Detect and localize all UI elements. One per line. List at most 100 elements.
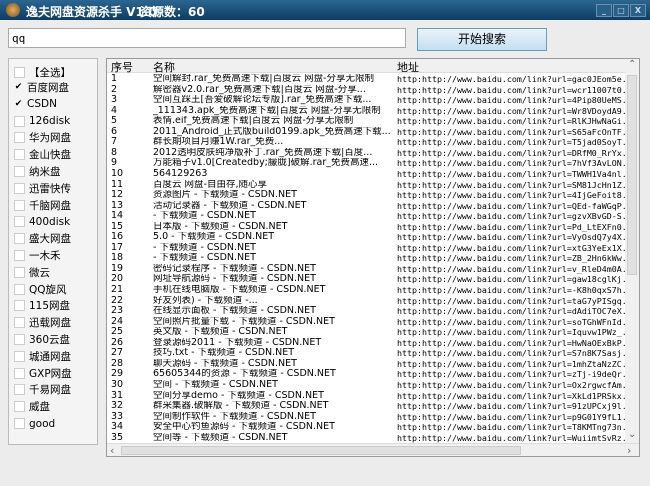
row-index: 10	[111, 168, 124, 179]
source-checkbox[interactable]: 360云盘	[14, 333, 70, 346]
checkbox-icon[interactable]	[14, 182, 25, 194]
scroll-up-icon[interactable]: ⌃	[628, 59, 636, 70]
checkbox-icon[interactable]	[14, 67, 25, 78]
source-checkbox[interactable]: 华为网盘	[14, 131, 71, 144]
table-row[interactable]: 28 聊天源码 - 下载频道 - CSDN.NET http:http://www.…	[107, 359, 625, 370]
checkbox-icon[interactable]	[14, 115, 25, 127]
minimize-button[interactable]: _	[596, 4, 612, 17]
checkbox-icon[interactable]	[14, 216, 25, 228]
table-row[interactable]: 2 解密器v2.0.rar_免费高速下载|百度云 网盘-分享... http:htt…	[107, 85, 625, 96]
table-row[interactable]: 6 2011_Android_正式版build0199.apk_免费高速下载...…	[107, 127, 625, 138]
table-row[interactable]: 23 在线显示面板 - 下载频道 - CSDN.NET http:http://ww…	[107, 306, 625, 317]
table-row[interactable]: 22 好友列表) - 下载频道 -... http:http://www.baidu…	[107, 296, 625, 307]
scroll-right-icon[interactable]: ›	[627, 444, 631, 456]
table-row[interactable]: 1 空间解封.rar_免费高速下载|百度云 网盘-分享无限制 http:http:/…	[107, 74, 625, 85]
checkbox-icon[interactable]	[14, 418, 25, 429]
row-name: - 下载频道 - CSDN.NET	[153, 211, 256, 222]
checkbox-icon[interactable]	[14, 199, 25, 211]
source-checkbox[interactable]: 迅雷快传	[14, 182, 71, 195]
source-checkbox[interactable]: GXP网盘	[14, 367, 72, 380]
source-checkbox[interactable]: QQ旋风	[14, 283, 67, 296]
table-row[interactable]: 31 空间分享demo - 下载频道 - CSDN.NET http:http://…	[107, 391, 625, 402]
table-row[interactable]: 20 网址导航源码 - 下载频道 - CSDN.NET http:http://ww…	[107, 274, 625, 285]
table-row[interactable]: 9 万能箱子v1.0[Createdby;朦胧]破解.rar_免费高速... htt…	[107, 158, 625, 169]
table-row[interactable]: 13 活动记录器 - 下载频道 - CSDN.NET http:http://www…	[107, 201, 625, 212]
table-row[interactable]: 32 群采集器.破解版 - 下载频道 - CSDN.NET http:http://…	[107, 401, 625, 412]
table-row[interactable]: 14 - 下载频道 - CSDN.NET http:http://www.baid…	[107, 211, 625, 222]
source-checkbox[interactable]: 千脑网盘	[14, 199, 71, 212]
table-row[interactable]: 21 手机在线电脑版 - 下载频道 - CSDN.NET http:http://w…	[107, 285, 625, 296]
row-index: 15	[111, 221, 124, 232]
table-row[interactable]: 7 群长期项目月赚1W.rar_免费... http:http://www.baid…	[107, 137, 625, 148]
checkbox-icon[interactable]	[14, 350, 25, 362]
source-checkbox[interactable]: 115网盘	[14, 299, 70, 312]
checkbox-icon[interactable]	[14, 317, 25, 329]
source-checkbox[interactable]: 迅载网盘	[14, 316, 71, 329]
checkbox-icon[interactable]	[14, 401, 25, 413]
checkbox-icon[interactable]	[14, 266, 25, 278]
checkbox-icon[interactable]	[14, 166, 25, 177]
header-address[interactable]: 地址	[397, 59, 419, 75]
checkbox-icon[interactable]	[14, 300, 25, 312]
table-row[interactable]: 18 - 下载频道 - CSDN.NET http:http://www.baid…	[107, 253, 625, 264]
header-index[interactable]: 序号	[111, 59, 133, 75]
source-checkbox[interactable]: ✔ 百度网盘	[14, 81, 69, 94]
source-checkbox[interactable]: 纳米盘	[14, 165, 61, 178]
close-button[interactable]: X	[630, 4, 646, 17]
vertical-scrollbar[interactable]: ⌃ ⌄	[625, 59, 639, 443]
scroll-left-icon[interactable]: ‹	[110, 444, 114, 456]
checkbox-icon[interactable]	[14, 384, 25, 396]
maximize-button[interactable]: □	[613, 4, 629, 17]
horizontal-scrollbar[interactable]: ‹ ›	[107, 443, 639, 456]
horizontal-scroll-thumb[interactable]	[121, 446, 521, 455]
table-row[interactable]: 5 表情.eif_免费高速下载|百度云 网盘-分享无限制 http:http://w…	[107, 116, 625, 127]
source-checkbox[interactable]: good	[14, 417, 55, 430]
table-row[interactable]: 17 - 下载频道 - CSDN.NET http:http://www.baid…	[107, 243, 625, 254]
table-row[interactable]: 33 空间制作软件 - 下载频道 - CSDN.NET http:http://ww…	[107, 412, 625, 423]
table-row[interactable]: 4 _111343.apk_免费高速下载|百度云 网盘-分享无限制 http:htt…	[107, 106, 625, 117]
table-row[interactable]: 8 2012透明皮肤纯净版补丁.rar_免费高速下载|百度... http:http…	[107, 148, 625, 159]
table-row[interactable]: 30 空间 - 下载频道 - CSDN.NET http:http://www.ba…	[107, 380, 625, 391]
source-checkbox[interactable]: 千易网盘	[14, 383, 71, 396]
checkbox-icon[interactable]	[14, 283, 25, 295]
checkbox-icon[interactable]: ✔	[14, 83, 23, 92]
scroll-down-icon[interactable]: ⌄	[628, 429, 636, 440]
table-row[interactable]: 12 资源图片 - 下载频道 - CSDN.NET http:http://www.…	[107, 190, 625, 201]
table-row[interactable]: 35 空间等 - 下载频道 - CSDN.NET http:http://www.b…	[107, 433, 625, 444]
search-button[interactable]: 开始搜索	[417, 28, 547, 51]
row-index: 21	[111, 285, 124, 295]
source-checkbox[interactable]: 金山快盘	[14, 148, 71, 161]
source-checkbox[interactable]: 盛大网盘	[14, 232, 71, 245]
table-row[interactable]: 27 技巧.txt - 下载频道 - CSDN.NET http:http://ww…	[107, 348, 625, 359]
table-row[interactable]: 26 登录源码2011 - 下载频道 - CSDN.NET http:http://…	[107, 338, 625, 349]
checkbox-icon[interactable]	[14, 233, 25, 245]
table-row[interactable]: 3 空间互踩王[吾爱破解论坛专版].rar_免费高速下载... http:http:…	[107, 95, 625, 106]
checkbox-icon[interactable]	[14, 334, 25, 345]
table-row[interactable]: 24 空间照片批量下载 - 下载频道 - CSDN.NET http:http://…	[107, 317, 625, 328]
table-row[interactable]: 16 5.0 - 下载频道 - CSDN.NET http:http://www.b…	[107, 232, 625, 243]
table-row[interactable]: 15 日本版 - 下载频道 - CSDN.NET http:http://www.b…	[107, 222, 625, 233]
scroll-thumb[interactable]	[627, 75, 637, 275]
source-checkbox[interactable]: 400disk	[14, 215, 70, 228]
source-checkbox[interactable]: 城通网盘	[14, 350, 71, 363]
source-checkbox[interactable]: ✔ CSDN	[14, 98, 57, 111]
checkbox-icon[interactable]	[14, 250, 25, 261]
row-address: http:http://www.baidu.com/link?url=gzvXB…	[397, 211, 625, 222]
table-row[interactable]: 19 密码记录程序 - 下载频道 - CSDN.NET http:http://ww…	[107, 264, 625, 275]
checkbox-icon[interactable]	[14, 367, 25, 379]
table-row[interactable]: 29 65605344的资源 - 下载频道 - CSDN.NET http:http…	[107, 369, 625, 380]
source-checkbox[interactable]: 微云	[14, 266, 50, 279]
table-row[interactable]: 11 百度云 网盘-自由存,随心享 http:http://www.baidu.co…	[107, 180, 625, 191]
search-input[interactable]	[8, 28, 406, 48]
source-checkbox[interactable]: 威盘	[14, 400, 50, 413]
source-checkbox[interactable]: 一木禾	[14, 249, 61, 262]
checkbox-icon[interactable]	[14, 149, 25, 161]
checkbox-icon[interactable]: ✔	[14, 99, 23, 109]
table-row[interactable]: 10 564129263 http:http://www.baidu.com/lin…	[107, 169, 625, 180]
checkbox-icon[interactable]	[14, 132, 25, 144]
table-row[interactable]: 25 英文版 - 下载频道 - CSDN.NET http:http://www.…	[107, 327, 625, 338]
header-name[interactable]: 名称	[153, 59, 175, 75]
source-checkbox[interactable]: 【全选】	[14, 66, 71, 79]
table-row[interactable]: 34 安全中心钓鱼源码 - 下载频道 - CSDN.NET http:http://…	[107, 422, 625, 433]
source-checkbox[interactable]: 126disk	[14, 115, 70, 128]
